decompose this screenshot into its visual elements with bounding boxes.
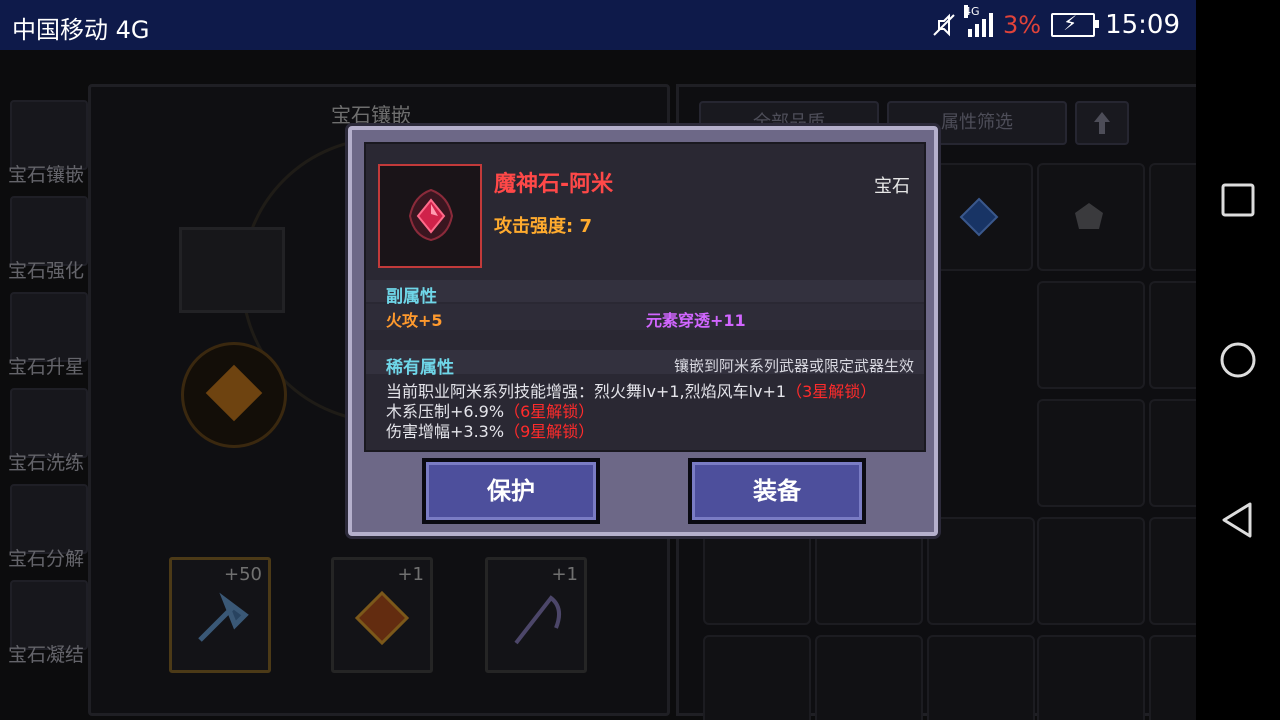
- inventory-slot[interactable]: [815, 635, 923, 720]
- gem-portrait: [378, 164, 482, 268]
- scythe-icon: [514, 595, 562, 645]
- home-icon[interactable]: [1218, 340, 1258, 380]
- recent-apps-icon[interactable]: [1218, 180, 1258, 220]
- shield-icon: [354, 590, 410, 646]
- grey-ore-icon: [1075, 203, 1103, 229]
- gem-detail-dialog: 魔神石-阿米 宝石 攻击强度: 7 副属性 火攻+5 元素穿透+11 稀有属性 …: [348, 126, 938, 536]
- weapon-level: +1: [551, 564, 578, 585]
- signal-icon: 4G: [963, 5, 993, 37]
- battery-icon: ⚡: [1051, 11, 1100, 37]
- inventory-slot[interactable]: [927, 517, 1035, 625]
- inventory-slot[interactable]: [1037, 517, 1145, 625]
- sidebar-item-gem-refine[interactable]: 宝石洗练: [4, 386, 88, 476]
- inventory-slot[interactable]: [927, 635, 1035, 720]
- rare-attributes-title: 稀有属性: [386, 358, 454, 378]
- status-bar: 中国移动 4G 4G 3% ⚡ 15:09: [0, 0, 1196, 50]
- lock-text: （9星解锁）: [504, 422, 595, 441]
- gem-info-panel: 魔神石-阿米 宝石 攻击强度: 7 副属性 火攻+5 元素穿透+11 稀有属性 …: [364, 142, 926, 452]
- sub-attr-fire: 火攻+5: [386, 311, 443, 330]
- weapon-level: +1: [397, 564, 424, 585]
- sidebar-item-label: 宝石洗练: [8, 452, 85, 474]
- inventory-slot[interactable]: [1149, 399, 1196, 507]
- sub-attr-row-band: [366, 304, 924, 330]
- mute-icon: [933, 13, 955, 37]
- axe-icon: [198, 592, 249, 642]
- inventory-slot[interactable]: [1149, 635, 1196, 720]
- sidebar-item-label: 宝石凝结: [8, 644, 85, 666]
- inventory-slot[interactable]: [1149, 517, 1196, 625]
- inventory-slot[interactable]: [1037, 399, 1145, 507]
- sidebar-item-gem-star[interactable]: 宝石升星: [4, 290, 88, 380]
- inventory-slot[interactable]: [1149, 163, 1196, 271]
- sidebar-item-gem-condense[interactable]: 宝石凝结: [4, 578, 88, 668]
- sort-button[interactable]: [1075, 101, 1129, 145]
- sub-attr-header-band: [366, 280, 924, 302]
- inventory-slot[interactable]: [1037, 281, 1145, 389]
- weapon-slot[interactable]: +1: [331, 557, 433, 673]
- weapon-display: [179, 227, 285, 313]
- sidebar-item-label: 宝石升星: [8, 356, 85, 378]
- weapon-slot[interactable]: +50: [169, 557, 271, 673]
- arrow-up-icon: [1094, 112, 1110, 134]
- sub-attr-penetration: 元素穿透+11: [646, 311, 746, 330]
- protect-button[interactable]: 保护: [422, 458, 600, 524]
- navigation-bar: [1196, 0, 1280, 720]
- rare-attr-line: 伤害增幅+3.3%（9星解锁）: [386, 422, 595, 441]
- lock-text: （3星解锁）: [786, 382, 877, 401]
- sidebar-item-label: 宝石分解: [8, 548, 85, 570]
- inventory-slot[interactable]: [1037, 635, 1145, 720]
- sidebar-item-gem-decompose[interactable]: 宝石分解: [4, 482, 88, 572]
- weapon-level: +50: [224, 564, 262, 585]
- gem-socket[interactable]: [181, 342, 287, 448]
- sidebar-item-label: 宝石镶嵌: [8, 164, 85, 186]
- inventory-slot[interactable]: [703, 635, 811, 720]
- back-icon[interactable]: [1218, 500, 1258, 540]
- rare-attr-note: 镶嵌到阿米系列武器或限定武器生效: [673, 357, 914, 375]
- inventory-slot[interactable]: [1149, 281, 1196, 389]
- status-icons: 4G 3% ⚡ 15:09: [930, 5, 1180, 42]
- weapon-slot[interactable]: +1: [485, 557, 587, 673]
- sidebar-item-gem-enhance[interactable]: 宝石强化: [4, 194, 88, 284]
- blue-gem-icon: [959, 197, 999, 237]
- item-type: 宝石: [874, 176, 910, 197]
- demon-gem-icon: [408, 188, 454, 242]
- panel-title: 宝石镶嵌: [331, 103, 411, 127]
- gem-icon: [205, 364, 263, 422]
- carrier-label: 中国移动 4G: [12, 16, 150, 44]
- clock: 15:09: [1105, 10, 1180, 40]
- battery-percent: 3%: [1002, 11, 1042, 39]
- attack-stat: 攻击强度: 7: [494, 216, 592, 237]
- equip-button[interactable]: 装备: [688, 458, 866, 524]
- gem-name: 魔神石-阿米: [494, 172, 614, 197]
- sidebar-item-label: 宝石强化: [8, 260, 85, 282]
- sidebar-item-gem-inlay[interactable]: 宝石镶嵌: [4, 98, 88, 188]
